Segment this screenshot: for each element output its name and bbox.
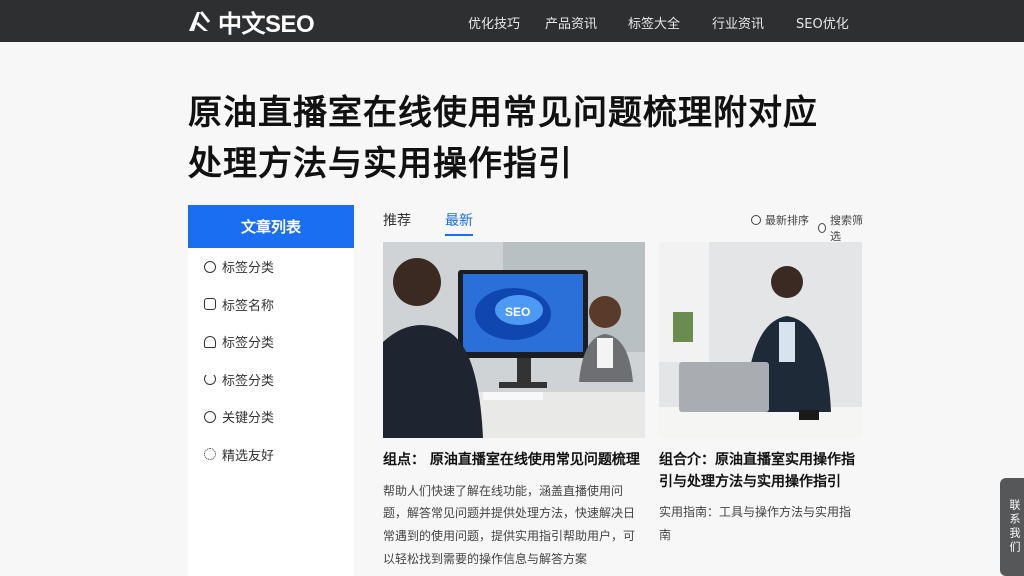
sidebar-item-label: 精选友好: [222, 448, 275, 464]
office-scene-image: [659, 242, 862, 438]
site-logo[interactable]: 中文SEO: [186, 6, 315, 38]
search-filter-label: 搜索筛选: [830, 214, 863, 243]
sidebar-item-label: 标签分类: [222, 336, 275, 352]
sidebar-item-6[interactable]: 精选友好: [188, 436, 354, 474]
sidebar-item-label: 标签名称: [222, 298, 275, 314]
card-image[interactable]: [659, 242, 862, 438]
nav-item-5[interactable]: SEO优化: [796, 13, 849, 32]
logo-icon: [189, 11, 211, 31]
sidebar-item-1[interactable]: 标签分类: [188, 248, 354, 286]
article-card[interactable]: SEO 组点： 原油直播室在线使用常见问题梳理 帮助人们快速了解在线功能，涵盖直…: [383, 242, 645, 571]
clock-icon: [204, 260, 216, 273]
office-scene-image: SEO: [383, 242, 645, 438]
search-filter[interactable]: 搜索筛选: [818, 212, 863, 244]
logo-text: 中文SEO: [218, 10, 315, 38]
sidebar-item-label: 标签分类: [222, 261, 275, 277]
tag-icon: [204, 298, 216, 311]
page-title: 原油直播室在线使用常见问题梳理附对应处理方法与实用操作指引: [188, 93, 818, 184]
sidebar-item-2[interactable]: 标签名称: [188, 286, 354, 324]
nav-item-4[interactable]: 行业资讯: [712, 13, 764, 32]
sort-filter[interactable]: 最新排序: [751, 212, 809, 228]
clock-icon: [751, 215, 761, 225]
sidebar-item-3[interactable]: 标签分类: [188, 323, 354, 361]
tab-latest[interactable]: 最新: [445, 210, 473, 236]
article-card[interactable]: 组合介：原油直播室实用操作指引与处理方法与实用操作指引 实用指南：工具与操作方法…: [659, 242, 862, 547]
content-tabs: 推荐 最新 最新排序 搜索筛选: [383, 208, 863, 243]
nav-item-3[interactable]: 标签大全: [628, 13, 680, 32]
screen-label: SEO: [505, 305, 530, 319]
card-title[interactable]: 组点： 原油直播室在线使用常见问题梳理: [383, 450, 645, 472]
card-image[interactable]: SEO: [383, 242, 645, 438]
sidebar-heading[interactable]: 文章列表: [188, 205, 354, 248]
tab-recommend[interactable]: 推荐: [383, 210, 411, 230]
settings-icon: [204, 448, 216, 461]
card-title[interactable]: 组合介：原油直播室实用操作指引与处理方法与实用操作指引: [659, 450, 862, 493]
info-icon: [204, 410, 216, 423]
nav-item-1[interactable]: 优化技巧: [468, 13, 520, 32]
top-navbar: 中文SEO 优化技巧 产品资讯 标签大全 行业资讯 SEO优化: [0, 0, 1024, 42]
card-description: 帮助人们快速了解在线功能，涵盖直播使用问题，解答常见问题并提供处理方法，快速解决…: [383, 483, 636, 567]
sidebar-item-5[interactable]: 关键分类: [188, 398, 354, 436]
sidebar: 文章列表 标签分类 标签名称 标签分类 标签分类 关键分类 精选友好: [188, 205, 354, 576]
sidebar-item-4[interactable]: 标签分类: [188, 361, 354, 399]
contact-float-button[interactable]: 联系我们: [1000, 478, 1024, 576]
refresh-icon: [204, 373, 216, 386]
sort-filter-label: 最新排序: [765, 214, 809, 227]
search-icon: [818, 223, 826, 233]
card-description: 实用指南：工具与操作方法与实用指南: [659, 505, 852, 543]
nav-item-2[interactable]: 产品资讯: [545, 13, 597, 32]
sidebar-item-label: 关键分类: [222, 411, 275, 427]
sidebar-item-label: 标签分类: [222, 373, 275, 389]
user-icon: [204, 335, 216, 348]
